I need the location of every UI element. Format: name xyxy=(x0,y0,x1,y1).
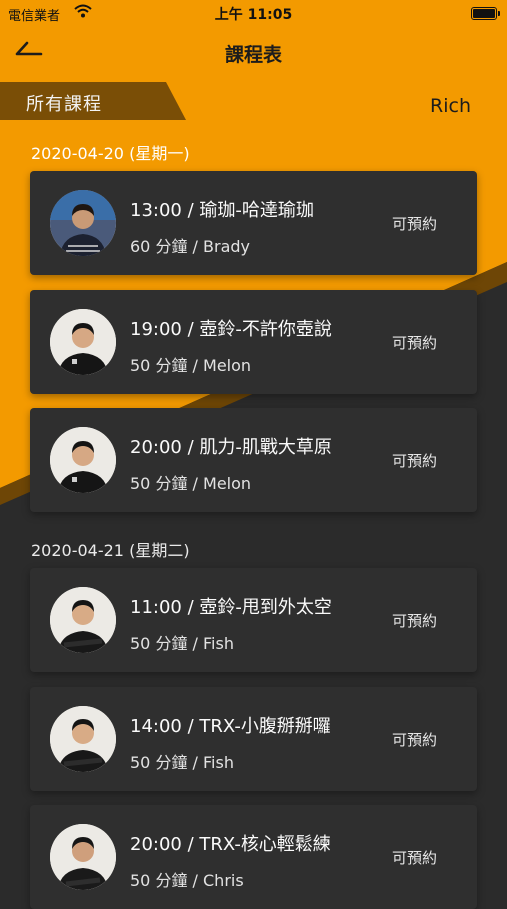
class-card[interactable]: 19:00 / 壺鈴-不許你壺說 50 分鐘 / Melon 可預約 xyxy=(30,290,477,394)
class-detail: 50 分鐘 / Fish xyxy=(130,753,234,772)
class-detail: 60 分鐘 / Brady xyxy=(130,237,250,256)
class-card[interactable]: 20:00 / 肌力-肌戰大草原 50 分鐘 / Melon 可預約 xyxy=(30,408,477,512)
booking-status[interactable]: 可預約 xyxy=(392,450,437,471)
user-name: Rich xyxy=(430,95,471,117)
booking-status[interactable]: 可預約 xyxy=(392,847,437,868)
booking-status[interactable]: 可預約 xyxy=(392,213,437,234)
class-card[interactable]: 14:00 / TRX-小腹掰掰囉 50 分鐘 / Fish 可預約 xyxy=(30,687,477,791)
status-time: 上午 11:05 xyxy=(214,7,293,23)
booking-status[interactable]: 可預約 xyxy=(392,729,437,750)
class-detail: 50 分鐘 / Fish xyxy=(130,634,234,653)
instructor-avatar xyxy=(50,309,116,375)
instructor-avatar xyxy=(50,190,116,256)
class-title: 13:00 / 瑜珈-哈達瑜珈 xyxy=(130,200,314,221)
class-title: 11:00 / 壺鈴-甩到外太空 xyxy=(130,597,332,618)
page-title: 課程表 xyxy=(224,44,282,66)
class-title: 20:00 / TRX-核心輕鬆練 xyxy=(130,834,331,855)
day-header: 2020-04-20 (星期一) xyxy=(31,144,190,163)
status-bar: 電信業者 上午 11:05 xyxy=(0,0,507,28)
class-card[interactable]: 11:00 / 壺鈴-甩到外太空 50 分鐘 / Fish 可預約 xyxy=(30,568,477,672)
class-title: 19:00 / 壺鈴-不許你壺說 xyxy=(130,319,332,340)
filter-tab-label: 所有課程 xyxy=(26,94,102,115)
booking-status[interactable]: 可預約 xyxy=(392,332,437,353)
instructor-avatar xyxy=(50,427,116,493)
instructor-avatar xyxy=(50,587,116,653)
class-title: 20:00 / 肌力-肌戰大草原 xyxy=(130,437,332,458)
class-card[interactable]: 20:00 / TRX-核心輕鬆練 50 分鐘 / Chris 可預約 xyxy=(30,805,477,909)
instructor-avatar xyxy=(50,824,116,890)
class-detail: 50 分鐘 / Chris xyxy=(130,871,244,890)
class-detail: 50 分鐘 / Melon xyxy=(130,474,252,493)
day-header: 2020-04-21 (星期二) xyxy=(31,541,190,560)
filter-tab-all-classes[interactable]: 所有課程 xyxy=(0,82,186,120)
instructor-avatar xyxy=(50,706,116,772)
nav-bar: 課程表 xyxy=(0,30,507,74)
class-card[interactable]: 13:00 / 瑜珈-哈達瑜珈 60 分鐘 / Brady 可預約 xyxy=(30,171,477,275)
booking-status[interactable]: 可預約 xyxy=(392,610,437,631)
class-detail: 50 分鐘 / Melon xyxy=(130,356,252,375)
class-title: 14:00 / TRX-小腹掰掰囉 xyxy=(130,716,331,737)
battery-icon xyxy=(471,7,500,20)
